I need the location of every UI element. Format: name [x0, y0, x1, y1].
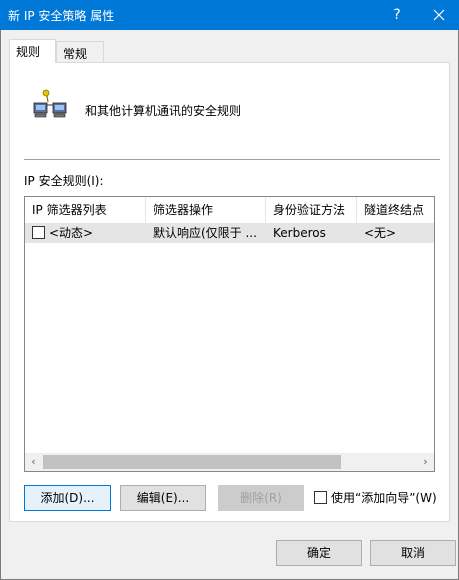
tab-rules-label: 规则 — [16, 45, 41, 59]
title-bar: 新 IP 安全策略 属性 ? — [0, 0, 459, 30]
table-row[interactable]: <动态> 默认响应(仅限于 ... Kerberos <无> — [25, 223, 434, 243]
cell-tunnel-endpoint: <无> — [364, 226, 397, 240]
column-header-tunnel-endpoint[interactable]: 隧道终结点 — [357, 197, 434, 223]
horizontal-scrollbar[interactable]: ‹ › — [25, 453, 434, 471]
scroll-thumb[interactable] — [43, 455, 341, 469]
help-button[interactable]: ? — [385, 3, 409, 27]
cell-filter-list: <动态> — [49, 226, 94, 240]
scroll-left-button[interactable]: ‹ — [25, 453, 42, 471]
network-computers-icon — [33, 89, 67, 119]
tab-rules[interactable]: 规则 — [9, 39, 56, 63]
add-wizard-label: 使用“添加向导”(W) — [331, 491, 437, 505]
column-header-filter-action[interactable]: 筛选器操作 — [146, 197, 266, 223]
tab-general-label: 常规 — [63, 47, 88, 61]
remove-button[interactable]: 删除(R) — [218, 485, 304, 511]
cancel-button[interactable]: 取消 — [370, 540, 456, 566]
listview-header: IP 筛选器列表 筛选器操作 身份验证方法 隧道终结点 — [25, 197, 434, 223]
cell-auth-method: Kerberos — [273, 226, 326, 240]
window-title: 新 IP 安全策略 属性 — [8, 9, 115, 23]
cell-filter-action: 默认响应(仅限于 ... — [153, 226, 257, 240]
rules-list-label: IP 安全规则(I): — [24, 174, 104, 188]
panel-description: 和其他计算机通讯的安全规则 — [85, 104, 242, 118]
add-wizard-checkbox[interactable] — [314, 491, 327, 504]
close-button[interactable] — [425, 3, 453, 27]
edit-button[interactable]: 编辑(E)... — [120, 485, 206, 511]
column-header-filter-list[interactable]: IP 筛选器列表 — [25, 197, 146, 223]
close-icon — [433, 9, 445, 21]
add-button[interactable]: 添加(D)... — [24, 485, 111, 511]
column-header-auth-method[interactable]: 身份验证方法 — [266, 197, 357, 223]
rules-listview[interactable]: IP 筛选器列表 筛选器操作 身份验证方法 隧道终结点 <动态> 默认响应(仅限… — [24, 196, 435, 472]
tab-general[interactable]: 常规 — [56, 41, 104, 63]
ok-button[interactable]: 确定 — [276, 540, 362, 566]
separator — [24, 159, 440, 160]
rule-checkbox[interactable] — [32, 226, 45, 239]
scroll-right-button[interactable]: › — [417, 453, 434, 471]
